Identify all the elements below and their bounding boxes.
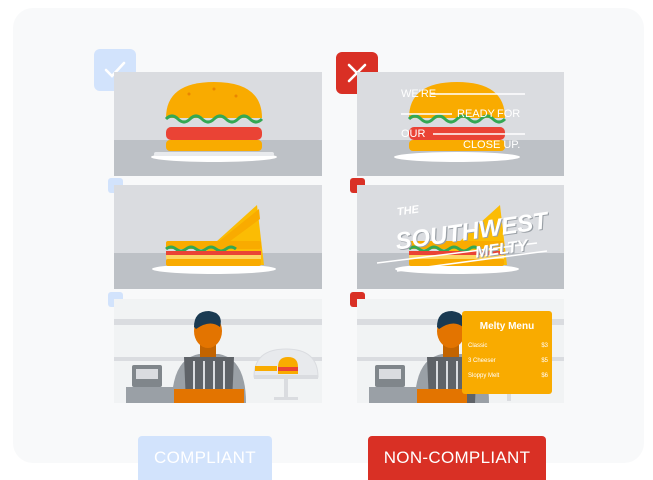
non-compliant-cashier-panel: Melty Menu Classic $3 3 Cheeser $5 Slopp… — [357, 299, 564, 403]
overlay-text-our: OUR — [401, 128, 426, 140]
menu-item: 3 Cheeser $5 — [468, 358, 548, 364]
compliant-label: COMPLIANT — [138, 436, 272, 480]
menu-item-name: Classic — [468, 343, 488, 349]
menu-item-name: Sloppy Melt — [468, 373, 500, 379]
menu-board: Melty Menu Classic $3 3 Cheeser $5 Slopp… — [462, 311, 552, 394]
compliant-burger-panel — [114, 72, 322, 176]
overlay-text-close-up: CLOSE UP. — [463, 139, 521, 151]
menu-title: Melty Menu — [479, 321, 535, 332]
non-compliant-label: NON-COMPLIANT — [368, 436, 546, 480]
menu-item: Classic $3 — [468, 343, 548, 349]
overlay-text-were: WE'RE — [401, 88, 437, 100]
overlay-text-ready: READY — [457, 108, 495, 120]
menu-item-name: 3 Cheeser — [468, 358, 496, 364]
menu-item-price: $3 — [541, 343, 548, 349]
menu-item-price: $6 — [541, 373, 548, 379]
compliant-cashier-panel — [114, 299, 322, 403]
menu-item: Sloppy Melt $6 — [468, 373, 548, 379]
overlay-text-for: FOR — [497, 108, 521, 120]
compliant-sandwich-panel — [114, 185, 322, 289]
non-compliant-burger-panel: WE'RE READY FOR OUR CLOSE UP. — [357, 72, 564, 176]
non-compliant-sandwich-panel: THE SOUTHWEST MELTY — [357, 185, 564, 289]
menu-item-price: $5 — [541, 358, 548, 364]
